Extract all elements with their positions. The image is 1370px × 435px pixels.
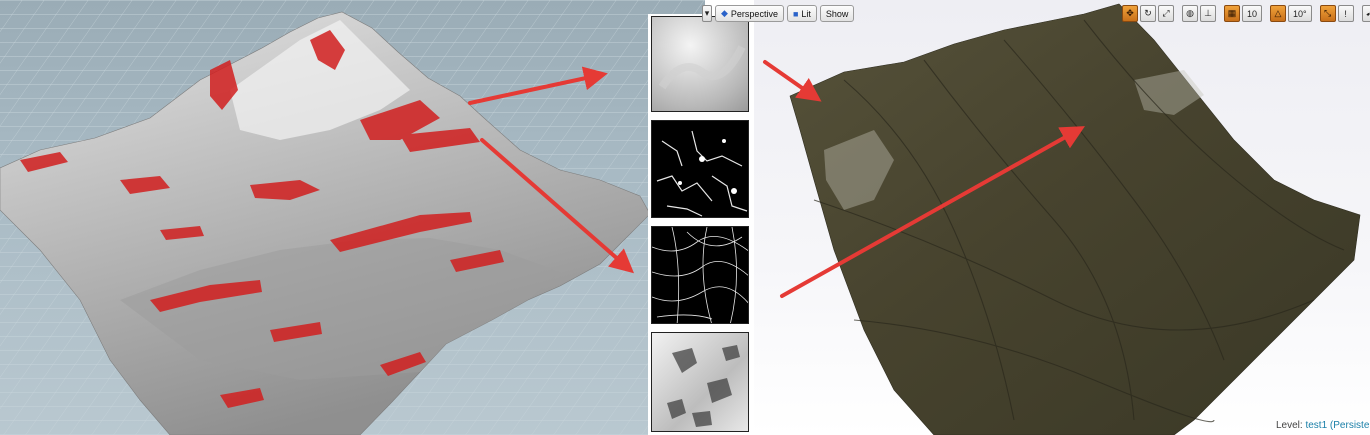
terrain-scene: [0, 0, 705, 435]
lit-icon: ■: [792, 8, 799, 19]
erosion-mask-pattern: [652, 227, 748, 323]
camera-speed-button[interactable]: ➹ 8: [1361, 5, 1370, 22]
grid-snap-value[interactable]: 10: [1242, 5, 1263, 22]
lit-label: Lit: [801, 8, 811, 19]
scale-snap-icon[interactable]: ⤡: [1319, 5, 1336, 22]
rotate-icon[interactable]: ↻: [1140, 5, 1156, 22]
mask-thumbnails-column: [648, 14, 754, 435]
landscape-scene: [789, 3, 1361, 435]
viewport-toolbar-right: ✥ ↻ ⤢ ◍ ⊥ ▦ 10 △ 10° ⤡ ! ➹ 8 ▣: [1122, 4, 1370, 23]
speed-icon: ➹: [1365, 8, 1370, 18]
angle-icon[interactable]: △: [1270, 5, 1287, 22]
level-name: test1 (Persistent: [1305, 420, 1370, 431]
perspective-icon: ◆: [721, 8, 728, 18]
lit-button[interactable]: ■ Lit: [786, 5, 817, 22]
rotation-snap-value[interactable]: 10°: [1288, 5, 1312, 22]
perspective-label: Perspective: [730, 8, 778, 19]
scale-snap-value[interactable]: !: [1337, 5, 1354, 22]
show-label: Show: [825, 8, 849, 19]
translate-icon[interactable]: ✥: [1122, 5, 1138, 22]
debris-mask-pattern: [667, 345, 740, 427]
unreal-viewport[interactable]: [754, 0, 1370, 435]
flow-mask-pattern: [656, 130, 748, 217]
scale-icon[interactable]: ⤢: [1158, 5, 1174, 22]
world-icon[interactable]: ◍: [1182, 5, 1198, 22]
erosion-mask-thumbnail: [651, 226, 749, 324]
landscape-mesh: [789, 3, 1361, 435]
viewport-options-icon[interactable]: ▾: [702, 5, 712, 22]
houdini-viewport[interactable]: [0, 0, 705, 435]
debris-mask-thumbnail: [651, 332, 749, 432]
show-button[interactable]: Show: [819, 5, 855, 22]
grid-icon[interactable]: ▦: [1224, 5, 1240, 22]
perspective-button[interactable]: ◆ Perspective: [715, 5, 784, 22]
flow-mask-thumbnail: [651, 120, 749, 218]
level-status: Level: test1 (Persistent: [1276, 420, 1370, 431]
viewport-toolbar-left: ▾ ◆ Perspective ■ Lit Show: [702, 4, 855, 23]
surface-snap-icon[interactable]: ⊥: [1200, 5, 1216, 22]
level-prefix: Level:: [1276, 420, 1306, 431]
heightmap-thumbnail: [651, 16, 749, 112]
